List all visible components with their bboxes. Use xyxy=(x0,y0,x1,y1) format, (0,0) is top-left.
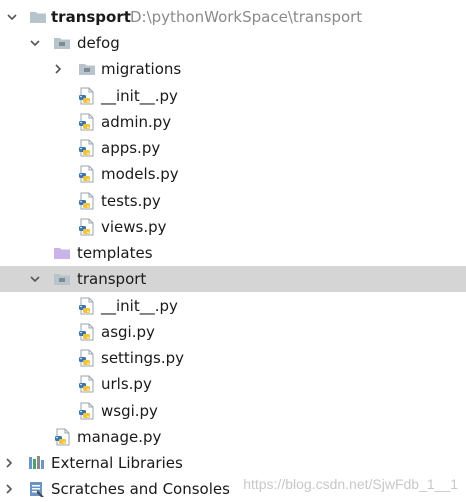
python-file-icon xyxy=(78,139,96,157)
tree-row-root[interactable]: transport D:\pythonWorkSpace\transport xyxy=(0,4,466,30)
scratches-icon xyxy=(28,480,46,498)
file-label: views.py xyxy=(101,218,167,236)
tree-row-file[interactable]: tests.py xyxy=(0,188,466,214)
scratches-label: Scratches and Consoles xyxy=(51,480,230,498)
python-file-icon xyxy=(54,428,72,446)
folder-icon xyxy=(29,8,47,26)
tree-row-file[interactable]: models.py xyxy=(0,161,466,187)
python-file-icon xyxy=(78,349,96,367)
chevron-down-icon[interactable] xyxy=(29,37,41,49)
chevron-down-icon[interactable] xyxy=(29,273,41,285)
watermark: https://blog.csdn.net/SjwFdb_1__1 xyxy=(243,476,458,492)
tree-row-file[interactable]: apps.py xyxy=(0,135,466,161)
external-libraries-label: External Libraries xyxy=(51,454,183,472)
file-label: settings.py xyxy=(101,349,184,367)
python-file-icon xyxy=(78,402,96,420)
package-folder-icon xyxy=(53,34,71,52)
package-folder-icon xyxy=(53,270,71,288)
python-file-icon xyxy=(78,192,96,210)
templates-label: templates xyxy=(77,244,153,262)
file-label: __init__.py xyxy=(101,87,178,105)
file-label: wsgi.py xyxy=(101,402,158,420)
file-label: __init__.py xyxy=(101,297,178,315)
templates-folder-icon xyxy=(53,244,71,262)
chevron-right-icon[interactable] xyxy=(52,63,64,75)
chevron-down-icon[interactable] xyxy=(6,11,18,23)
tree-row-file[interactable]: admin.py xyxy=(0,109,466,135)
migrations-label: migrations xyxy=(101,60,182,78)
root-path: D:\pythonWorkSpace\transport xyxy=(130,8,363,26)
file-label: asgi.py xyxy=(101,323,155,341)
file-label: models.py xyxy=(101,165,179,183)
tree-row-external-libraries[interactable]: External Libraries xyxy=(0,450,466,476)
tree-row-manage[interactable]: manage.py xyxy=(0,424,466,450)
defog-label: defog xyxy=(77,34,120,52)
tree-row-defog[interactable]: defog xyxy=(0,30,466,56)
tree-row-file[interactable]: __init__.py xyxy=(0,83,466,109)
tree-row-file[interactable]: urls.py xyxy=(0,371,466,397)
package-folder-icon xyxy=(78,60,96,78)
tree-row-transport[interactable]: transport xyxy=(0,266,466,292)
file-label: apps.py xyxy=(101,139,161,157)
manage-label: manage.py xyxy=(77,428,162,446)
project-tree: transport D:\pythonWorkSpace\transport d… xyxy=(0,0,466,501)
root-label: transport xyxy=(51,8,131,26)
file-label: admin.py xyxy=(101,113,172,131)
python-file-icon xyxy=(78,87,96,105)
python-file-icon xyxy=(78,165,96,183)
python-file-icon xyxy=(78,297,96,315)
python-file-icon xyxy=(78,113,96,131)
chevron-right-icon[interactable] xyxy=(3,483,15,495)
python-file-icon xyxy=(78,218,96,236)
tree-row-file[interactable]: views.py xyxy=(0,214,466,240)
file-label: urls.py xyxy=(101,375,152,393)
tree-row-file[interactable]: settings.py xyxy=(0,345,466,371)
tree-row-migrations[interactable]: migrations xyxy=(0,56,466,82)
tree-row-templates[interactable]: templates xyxy=(0,240,466,266)
tree-row-file[interactable]: wsgi.py xyxy=(0,398,466,424)
tree-row-file[interactable]: asgi.py xyxy=(0,319,466,345)
python-file-icon xyxy=(78,323,96,341)
chevron-right-icon[interactable] xyxy=(3,457,15,469)
python-file-icon xyxy=(78,375,96,393)
libraries-icon xyxy=(28,454,46,472)
transport-label: transport xyxy=(77,270,147,288)
file-label: tests.py xyxy=(101,192,161,210)
tree-row-file[interactable]: __init__.py xyxy=(0,293,466,319)
